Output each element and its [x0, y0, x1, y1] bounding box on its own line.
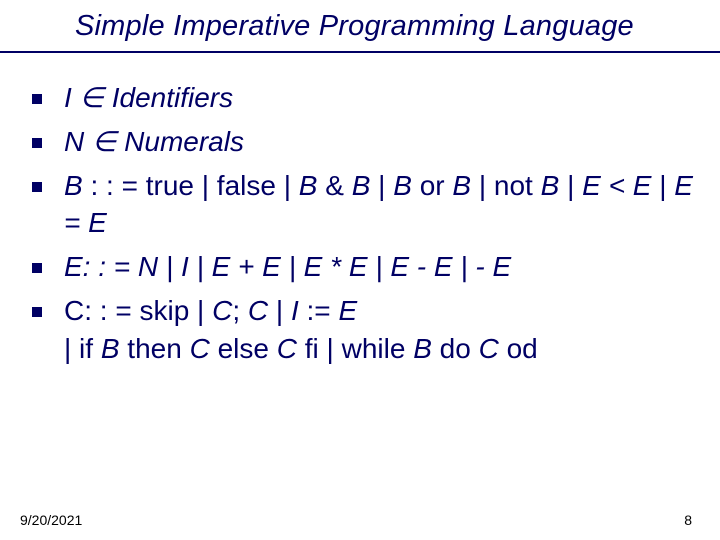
grammar-symbol: B: [452, 170, 471, 201]
grammar-symbol: C: [212, 295, 232, 326]
grammar-symbol: B: [413, 333, 432, 364]
bullet-icon: [32, 307, 42, 317]
grammar-symbol: B: [541, 170, 560, 201]
bullet-text-command-grammar: C: : = skip | C; C | I := E | if B then …: [64, 292, 700, 368]
bullet-text-numerals: N ∈ Numerals: [64, 123, 700, 161]
grammar-text: :=: [299, 295, 339, 326]
grammar-text: or: [412, 170, 452, 201]
grammar-text: ;: [232, 295, 248, 326]
bullet-list: I ∈ Identifiers N ∈ Numerals B : : = tru…: [32, 79, 700, 368]
grammar-text: | not: [471, 170, 541, 201]
grammar-text: od: [499, 333, 538, 364]
grammar-text: : : = true | false |: [83, 170, 299, 201]
bullet-text-boolean-grammar: B : : = true | false | B & B | B or B | …: [64, 167, 700, 243]
grammar-text: |: [651, 170, 674, 201]
list-item: N ∈ Numerals: [32, 123, 700, 161]
grammar-text: |: [370, 170, 393, 201]
bullet-text-expression-grammar: E: : = N | I | E + E | E * E | E - E | -…: [64, 248, 700, 286]
grammar-text: else: [210, 333, 277, 364]
list-item: B : : = true | false | B & B | B or B | …: [32, 167, 700, 243]
bullet-icon: [32, 138, 42, 148]
grammar-symbol: C: [190, 333, 210, 364]
bullet-icon: [32, 94, 42, 104]
footer-page-number: 8: [684, 512, 692, 528]
grammar-symbol: B: [64, 170, 83, 201]
footer: 9/20/2021 8: [0, 512, 720, 528]
bullet-icon: [32, 182, 42, 192]
grammar-symbol: E: [338, 295, 357, 326]
grammar-symbol: I: [291, 295, 299, 326]
grammar-symbol: C: [479, 333, 499, 364]
bullet-icon: [32, 263, 42, 273]
content-area: I ∈ Identifiers N ∈ Numerals B : : = tru…: [0, 53, 720, 368]
slide: Simple Imperative Programming Language I…: [0, 0, 720, 540]
grammar-text: C: : = skip |: [64, 295, 212, 326]
grammar-symbol: E < E: [582, 170, 651, 201]
title-bar: Simple Imperative Programming Language: [0, 0, 720, 53]
grammar-text: do: [432, 333, 479, 364]
grammar-symbol: B: [299, 170, 318, 201]
list-item: C: : = skip | C; C | I := E | if B then …: [32, 292, 700, 368]
grammar-symbol: B: [393, 170, 412, 201]
footer-date: 9/20/2021: [20, 512, 82, 528]
grammar-text: then: [120, 333, 190, 364]
grammar-text: |: [268, 295, 291, 326]
grammar-text: |: [559, 170, 582, 201]
list-item: I ∈ Identifiers: [32, 79, 700, 117]
grammar-symbol: C: [277, 333, 297, 364]
grammar-text: fi | while: [297, 333, 413, 364]
slide-title: Simple Imperative Programming Language: [75, 10, 634, 42]
grammar-symbol: B: [352, 170, 371, 201]
grammar-text: &: [317, 170, 351, 201]
grammar-symbol: B: [101, 333, 120, 364]
grammar-symbol: C: [248, 295, 268, 326]
bullet-text-identifiers: I ∈ Identifiers: [64, 79, 700, 117]
list-item: E: : = N | I | E + E | E * E | E - E | -…: [32, 248, 700, 286]
grammar-text: | if: [64, 333, 101, 364]
